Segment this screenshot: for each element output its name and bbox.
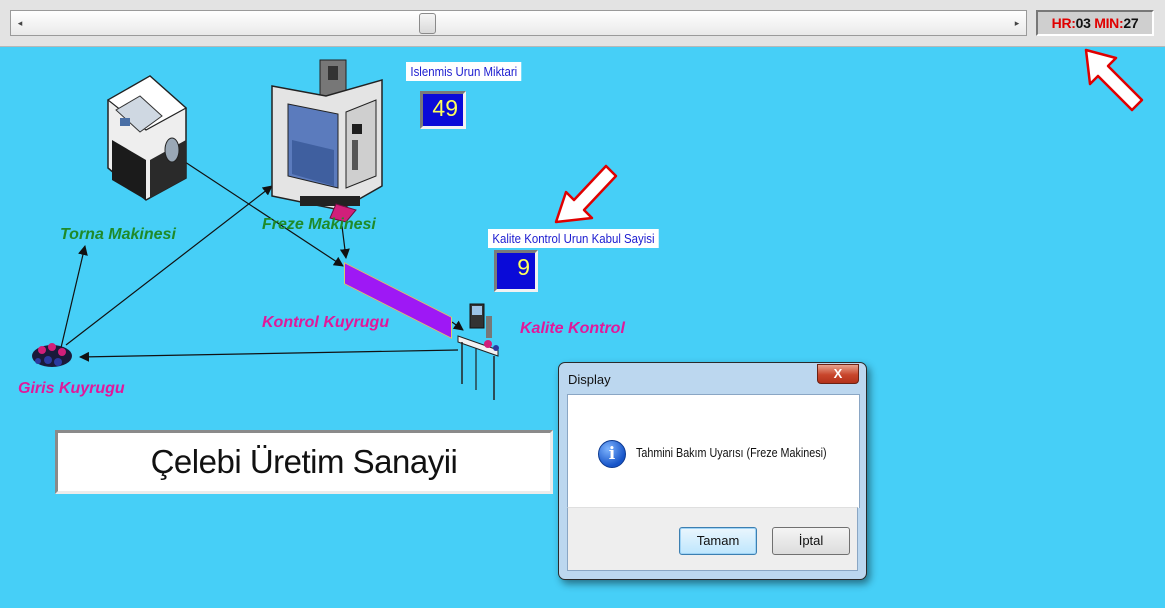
processed-count-caption: Islenmis Urun Miktari (406, 62, 522, 81)
accepted-count-display: 9 (494, 250, 538, 292)
dialog-message: Tahmini Bakım Uyarısı (Freze Makinesi) (636, 446, 827, 460)
cancel-button[interactable]: İptal (772, 527, 850, 555)
dialog-close-button[interactable]: X (817, 364, 859, 384)
annotation-arrow-clock (1084, 48, 1144, 112)
control-queue-label: Kontrol Kuyrugu (262, 314, 390, 331)
lathe-machine-icon (106, 75, 188, 201)
input-queue-icon (32, 343, 72, 367)
company-title-panel: Çelebi Üretim Sanayii (55, 430, 553, 494)
company-title: Çelebi Üretim Sanayii (150, 443, 458, 480)
dialog-title: Display (568, 372, 611, 387)
simulation-canvas: ◂ ▸ HR:03 MIN:27 Torna Makinesi Freze Ma… (0, 0, 1165, 608)
input-queue-label: Giris Kuyrugu (18, 380, 125, 397)
quality-control-station-icon (457, 303, 499, 400)
dialog-content: i Tahmini Bakım Uyarısı (Freze Makinesi) (567, 394, 860, 508)
processed-count-display: 49 (420, 91, 466, 129)
display-dialog: Display X i Tahmini Bakım Uyarısı (Freze… (558, 362, 867, 580)
annotation-arrow-accepted-count (554, 164, 618, 224)
accepted-count-caption: Kalite Kontrol Urun Kabul Sayisi (488, 229, 659, 248)
dialog-button-bar: Tamam İptal (567, 507, 858, 571)
milling-machine-icon (271, 59, 383, 223)
info-icon: i (598, 440, 626, 468)
ok-button[interactable]: Tamam (679, 527, 757, 555)
milling-label: Freze Makinesi (262, 216, 376, 233)
close-icon: X (833, 366, 843, 381)
lathe-label: Torna Makinesi (60, 226, 176, 243)
quality-control-label: Kalite Kontrol (520, 320, 625, 337)
